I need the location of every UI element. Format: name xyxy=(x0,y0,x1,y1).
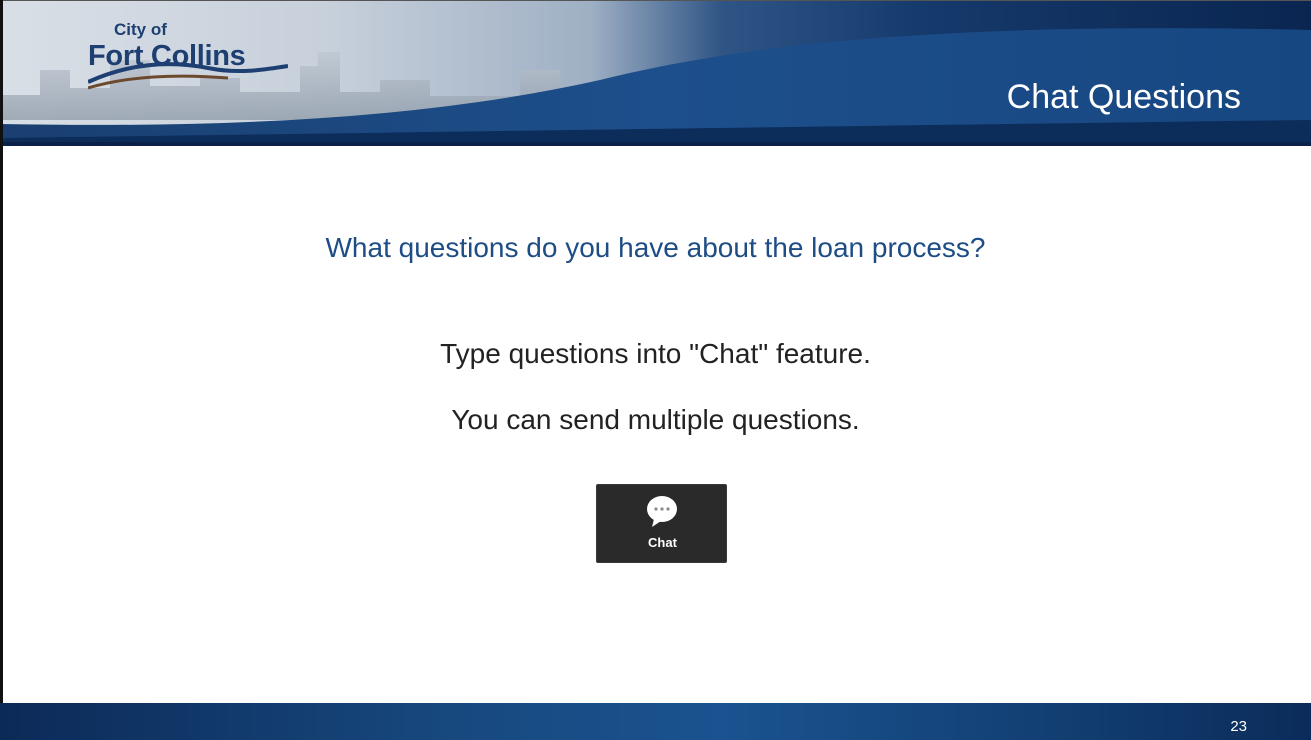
slide-title: Chat Questions xyxy=(1006,78,1241,116)
instruction-line-1: Type questions into "Chat" feature. xyxy=(440,338,871,369)
speech-bubble-icon xyxy=(647,496,677,527)
question-heading: What questions do you have about the loa… xyxy=(325,232,986,263)
instruction-line-2: You can send multiple questions. xyxy=(451,404,860,435)
slide: City of Fort Collins Chat Questions What… xyxy=(0,0,1311,740)
logo-fort-collins: Fort Collins xyxy=(88,40,246,72)
chat-button-label: Chat xyxy=(648,535,677,550)
frame-top-border xyxy=(0,0,1311,1)
frame-left-border xyxy=(0,0,3,740)
page-number: 23 xyxy=(1230,718,1247,735)
chat-button[interactable]: Chat xyxy=(596,484,727,563)
slide-header: City of Fort Collins Chat Questions xyxy=(0,0,1311,146)
logo-city-of: City of xyxy=(114,20,167,39)
slide-footer: 23 xyxy=(0,703,1311,740)
